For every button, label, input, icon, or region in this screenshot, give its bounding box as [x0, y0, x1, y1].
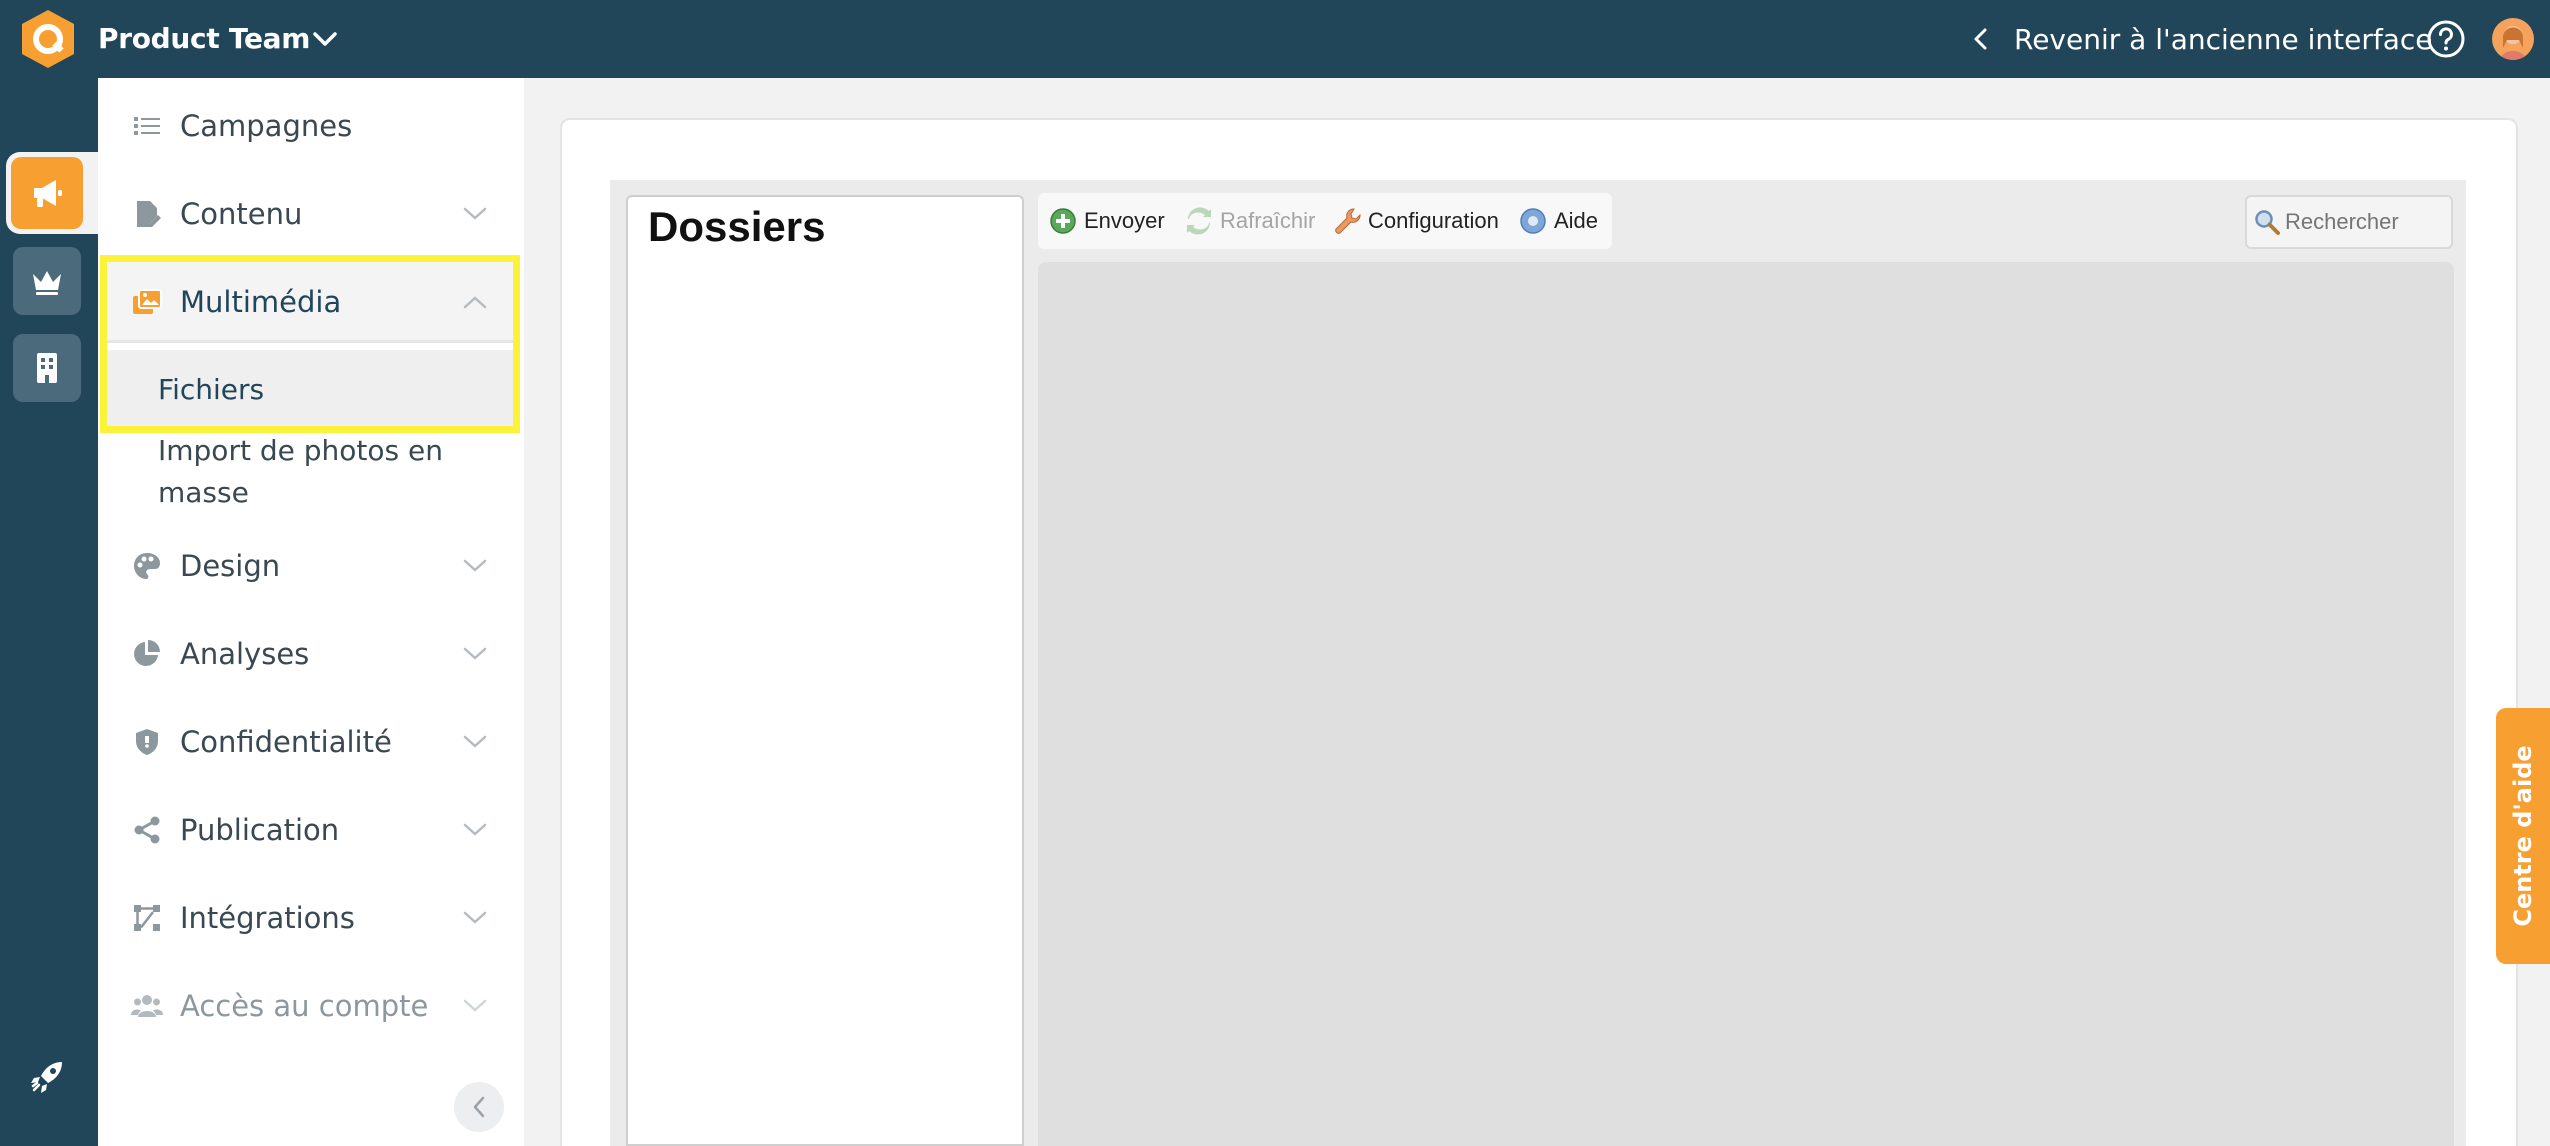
list-icon	[130, 109, 164, 143]
chevron-down-icon	[463, 911, 487, 924]
team-selector[interactable]: Product Team	[98, 0, 310, 78]
sidebar-item-label: Design	[180, 549, 281, 583]
sidebar-item-integrations[interactable]: Intégrations	[98, 874, 524, 962]
app-rail	[0, 78, 98, 1146]
users-icon	[130, 989, 164, 1023]
help-center-tab[interactable]: Centre d'aide	[2496, 708, 2550, 964]
rail-organization-button[interactable]	[13, 334, 81, 402]
crown-icon	[33, 271, 61, 295]
shield-icon	[130, 725, 164, 759]
user-avatar[interactable]	[2492, 18, 2534, 60]
configuration-button[interactable]: Configuration	[1332, 193, 1499, 249]
sidebar-item-label: Accès au compte	[180, 989, 429, 1023]
rail-premium-button[interactable]	[13, 247, 81, 315]
sidebar-item-label: Contenu	[180, 197, 303, 231]
app-logo-icon[interactable]	[17, 8, 79, 70]
collapse-sidebar-button[interactable]	[454, 1082, 504, 1132]
folder-tree-title: Dossiers	[648, 203, 826, 250]
chevron-down-icon	[463, 559, 487, 572]
search-box	[2245, 195, 2453, 249]
share-icon	[130, 813, 164, 847]
back-link-label: Revenir à l'ancienne interface	[2014, 22, 2433, 56]
chevron-left-icon	[1974, 28, 1987, 50]
file-manager-toolbar: Envoyer Rafraîchir Configuration Aide	[1038, 193, 1612, 249]
help-icon[interactable]	[2426, 19, 2466, 59]
search-input[interactable]	[2285, 209, 2445, 235]
search-icon	[2255, 210, 2280, 235]
building-icon	[37, 353, 57, 383]
sidebar-item-acces-compte[interactable]: Accès au compte	[98, 962, 524, 1050]
submenu-item-import-photos[interactable]: Import de photos en masse	[158, 430, 478, 514]
wrench-icon	[1335, 208, 1361, 234]
refresh-button[interactable]: Rafraîchir	[1184, 193, 1315, 249]
rail-campaigns-button[interactable]	[11, 157, 83, 229]
configuration-label: Configuration	[1368, 208, 1499, 233]
add-circle-icon	[1050, 208, 1076, 234]
chevron-down-icon	[463, 647, 487, 660]
folder-tree-panel: Dossiers	[626, 195, 1024, 1146]
sidebar-item-design[interactable]: Design	[98, 522, 524, 610]
sidebar-item-publication[interactable]: Publication	[98, 786, 524, 874]
sidebar-item-campagnes[interactable]: Campagnes	[98, 82, 524, 170]
sidebar-item-label: Publication	[180, 813, 340, 847]
back-to-old-interface-link[interactable]: Revenir à l'ancienne interface	[1970, 0, 2433, 78]
palette-icon	[130, 549, 164, 583]
chevron-down-icon	[463, 823, 487, 836]
refresh-label: Rafraîchir	[1220, 208, 1316, 233]
sidebar-item-label: Confidentialité	[180, 725, 392, 759]
chevron-down-icon	[463, 207, 487, 220]
upload-button[interactable]: Envoyer	[1048, 193, 1165, 249]
document-edit-icon	[130, 197, 164, 231]
megaphone-icon	[34, 180, 62, 207]
chevron-down-icon	[463, 999, 487, 1012]
refresh-icon	[1187, 207, 1211, 235]
sidebar-item-label: Intégrations	[180, 901, 355, 935]
sidebar-item-confidentialite[interactable]: Confidentialité	[98, 698, 524, 786]
files-area[interactable]	[1038, 262, 2454, 1146]
help-center-label: Centre d'aide	[2509, 745, 2537, 927]
chevron-down-icon[interactable]	[310, 26, 340, 52]
vector-nodes-icon	[130, 901, 164, 935]
chevron-left-icon	[473, 1096, 485, 1118]
help-circle-icon	[1520, 208, 1546, 234]
sidebar-item-analyses[interactable]: Analyses	[98, 610, 524, 698]
sidebar-item-contenu[interactable]: Contenu	[98, 170, 524, 258]
top-bar: Product Team Revenir à l'ancienne interf…	[0, 0, 2550, 78]
highlight-annotation	[100, 255, 520, 433]
upload-label: Envoyer	[1084, 208, 1165, 233]
sidebar-item-label: Campagnes	[180, 109, 353, 143]
pie-chart-icon	[130, 637, 164, 671]
rocket-icon[interactable]	[28, 1056, 68, 1096]
help-label: Aide	[1554, 208, 1599, 233]
help-button[interactable]: Aide	[1518, 193, 1598, 249]
sidebar-item-label: Analyses	[180, 637, 310, 671]
chevron-down-icon	[463, 735, 487, 748]
